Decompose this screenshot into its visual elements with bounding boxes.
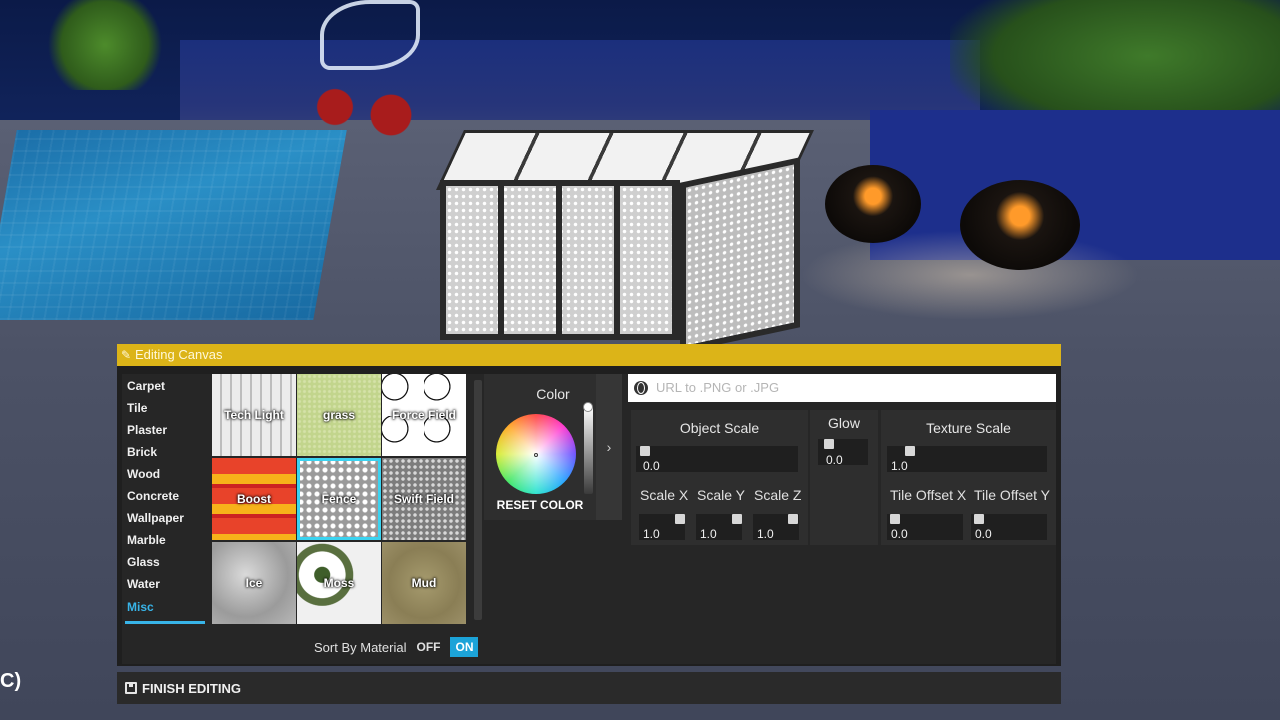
texture-tile-selected[interactable]: Fence	[297, 458, 381, 540]
scale-z-knob[interactable]	[788, 514, 798, 524]
object-scale-value: 0.0	[643, 459, 660, 473]
scale-y-value: 1.0	[700, 527, 717, 541]
active-category-indicator	[125, 621, 205, 624]
category-carpet[interactable]: Carpet	[127, 376, 165, 396]
scale-x-knob[interactable]	[675, 514, 685, 524]
category-marble[interactable]: Marble	[127, 530, 166, 550]
color-wheel-cursor[interactable]	[534, 453, 538, 457]
texture-label: Fence	[321, 492, 357, 506]
panel-title-bar: ✎ Editing Canvas	[117, 344, 1061, 366]
glow-value: 0.0	[826, 453, 843, 467]
tile-offset-y-value: 0.0	[975, 527, 992, 541]
drum-kit	[300, 75, 440, 155]
sort-by-material-row: Sort By Material OFF ON	[314, 636, 479, 658]
category-water[interactable]: Water	[127, 574, 160, 594]
finish-editing-button[interactable]: FINISH EDITING	[117, 672, 1061, 704]
edited-cube-object[interactable]	[420, 130, 814, 353]
texture-scale-knob[interactable]	[905, 446, 915, 456]
category-misc[interactable]: Misc	[127, 597, 154, 617]
neon-sign	[320, 0, 420, 70]
category-glass[interactable]: Glass	[127, 552, 160, 572]
texture-label: Ice	[245, 576, 263, 590]
panel-body: Carpet Tile Plaster Brick Wood Concrete …	[117, 366, 1061, 666]
texture-tile[interactable]: Ice	[212, 542, 296, 624]
object-scale-knob[interactable]	[640, 446, 650, 456]
texture-grid-scrollbar[interactable]	[474, 380, 482, 620]
finish-editing-label: FINISH EDITING	[142, 681, 241, 696]
glow-title: Glow	[828, 415, 860, 431]
texture-label: Swift Field	[394, 492, 454, 506]
editing-canvas-panel: ✎ Editing Canvas Carpet Tile Plaster Bri…	[117, 344, 1061, 706]
brightness-slider-knob[interactable]	[583, 402, 593, 412]
cube-side-face	[680, 157, 800, 353]
scale-z-value: 1.0	[757, 527, 774, 541]
category-tile[interactable]: Tile	[127, 398, 147, 418]
texture-label: Tech Light	[224, 408, 284, 422]
texture-tile[interactable]: Force Field	[382, 374, 466, 456]
tile-offset-y-label: Tile Offset Y	[974, 487, 1050, 503]
jack-o-lantern	[960, 180, 1080, 270]
jack-o-lantern	[825, 165, 921, 243]
scale-z-label: Scale Z	[754, 487, 802, 503]
sort-label: Sort By Material	[314, 639, 407, 655]
category-wallpaper[interactable]: Wallpaper	[127, 508, 184, 528]
object-scale-box: Object Scale 0.0 Scale X Scale Y Scale Z…	[631, 410, 808, 545]
texture-tile[interactable]: Tech Light	[212, 374, 296, 456]
material-category-list: Carpet Tile Plaster Brick Wood Concrete …	[122, 374, 210, 624]
scale-x-label: Scale X	[640, 487, 689, 503]
scale-y-knob[interactable]	[732, 514, 742, 524]
texture-label: Force Field	[391, 408, 456, 422]
texture-scale-value: 1.0	[891, 459, 908, 473]
sort-off-button[interactable]: OFF	[412, 637, 444, 657]
glow-box: Glow 0.0	[810, 410, 878, 545]
texture-label: Moss	[323, 576, 355, 590]
category-brick[interactable]: Brick	[127, 442, 157, 462]
texture-scale-title: Texture Scale	[926, 420, 1011, 436]
texture-grid: Tech Light grass Force Field Boost Fence…	[212, 374, 466, 624]
glow-knob[interactable]	[824, 439, 834, 449]
url-placeholder: URL to .PNG or .JPG	[656, 380, 780, 395]
color-expand-button[interactable]: ›	[596, 374, 622, 520]
sort-on-button[interactable]: ON	[450, 637, 479, 657]
texture-tile[interactable]: Moss	[297, 542, 381, 624]
panel-title: Editing Canvas	[135, 347, 223, 362]
category-concrete[interactable]: Concrete	[127, 486, 179, 506]
category-wood[interactable]: Wood	[127, 464, 160, 484]
texture-tile[interactable]: Mud	[382, 542, 466, 624]
texture-scale-box: Texture Scale 1.0 Tile Offset X Tile Off…	[881, 410, 1056, 545]
category-plaster[interactable]: Plaster	[127, 420, 167, 440]
scale-x-value: 1.0	[643, 527, 660, 541]
swimming-pool	[0, 130, 347, 320]
cube-front-face	[440, 180, 680, 340]
tile-offset-y-knob[interactable]	[974, 514, 984, 524]
texture-tile[interactable]: Swift Field	[382, 458, 466, 540]
tree-foliage	[40, 0, 170, 90]
pencil-icon: ✎	[121, 348, 132, 362]
object-scale-title: Object Scale	[679, 420, 760, 436]
scale-y-label: Scale Y	[697, 487, 745, 503]
tile-offset-x-label: Tile Offset X	[890, 487, 967, 503]
partial-edge-text: C)	[0, 670, 22, 692]
tile-offset-x-value: 0.0	[891, 527, 908, 541]
color-picker: Color › RESET COLOR	[484, 374, 622, 520]
brightness-slider[interactable]	[584, 406, 593, 494]
texture-label: Mud	[411, 576, 437, 590]
save-icon	[125, 682, 137, 694]
texture-tile[interactable]: Boost	[212, 458, 296, 540]
globe-icon	[634, 381, 648, 395]
tile-offset-x-knob[interactable]	[890, 514, 900, 524]
chevron-right-icon: ›	[606, 439, 612, 455]
texture-label: grass	[322, 408, 356, 422]
texture-tile[interactable]: grass	[297, 374, 381, 456]
panel-content: Carpet Tile Plaster Brick Wood Concrete …	[122, 374, 1056, 664]
texture-label: Boost	[237, 492, 271, 506]
object-scale-slider[interactable]	[636, 446, 798, 472]
reset-color-button[interactable]: RESET COLOR	[484, 498, 596, 512]
